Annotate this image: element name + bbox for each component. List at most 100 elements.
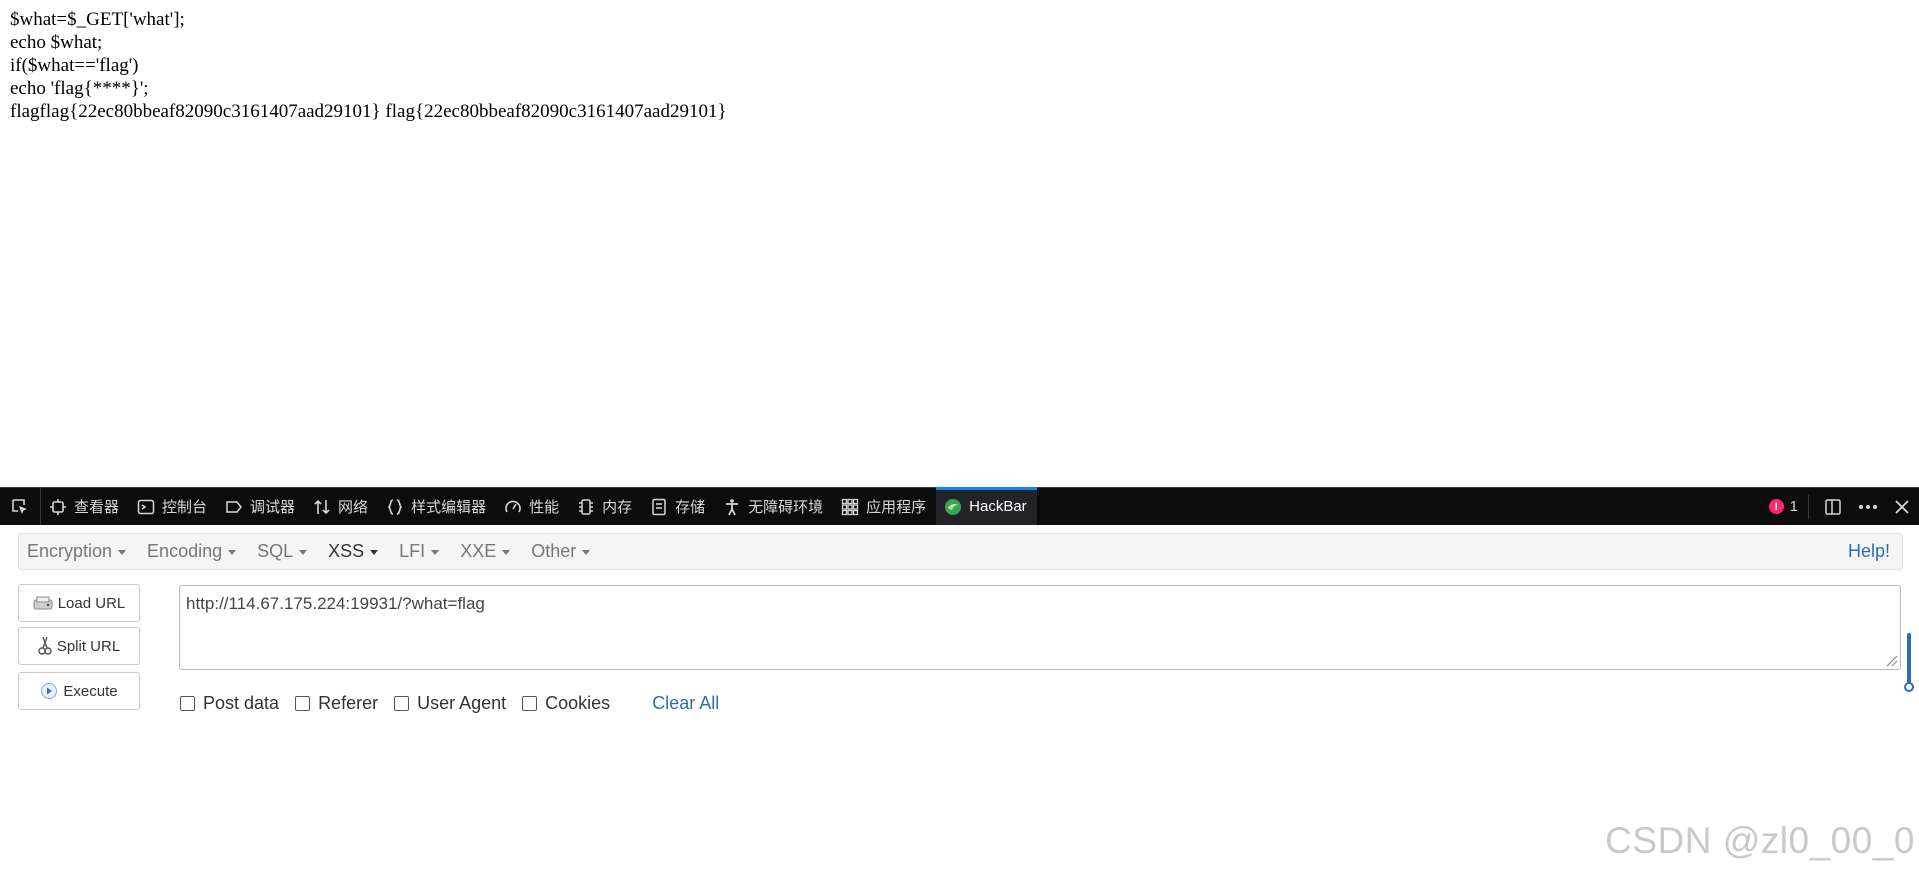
tab-network[interactable]: 网络 (305, 488, 378, 525)
tab-hackbar[interactable]: HackBar (936, 487, 1037, 525)
storage-icon (652, 498, 666, 515)
menu-label: Encryption (27, 541, 113, 561)
option-label: Post data (203, 693, 280, 713)
close-icon[interactable] (1893, 498, 1911, 516)
more-options-icon[interactable] (1857, 497, 1879, 517)
scrollbar-thumb[interactable] (1907, 633, 1911, 685)
memory-icon (579, 498, 594, 515)
checkbox[interactable] (394, 696, 410, 711)
checkbox[interactable] (295, 696, 311, 711)
menu-label: XXE (460, 541, 497, 561)
tab-accessibility[interactable]: 无障碍环境 (715, 488, 833, 525)
tab-label: 查看器 (74, 499, 120, 516)
tab-label: 内存 (602, 499, 633, 516)
output-line: if($what=='flag') (10, 55, 139, 76)
menu-other[interactable]: Other (523, 541, 603, 562)
chevron-down-icon (299, 550, 308, 555)
chevron-down-icon (502, 550, 511, 555)
tab-label: 网络 (338, 499, 369, 516)
menu-label: XSS (328, 541, 365, 561)
accessibility-icon (726, 498, 739, 515)
debugger-icon (226, 500, 242, 513)
tab-label: 控制台 (162, 499, 208, 516)
performance-icon (505, 500, 521, 512)
menu-xss[interactable]: XSS (320, 541, 391, 562)
network-icon (314, 499, 330, 514)
output-line: echo $what; (10, 32, 103, 53)
tab-label: 调试器 (250, 499, 296, 516)
tab-label: 存储 (675, 499, 706, 516)
style-editor-icon (387, 498, 403, 515)
error-icon: ! (1768, 499, 1784, 514)
element-picker-button[interactable] (0, 488, 41, 525)
option-referer[interactable]: Referer (295, 693, 378, 714)
tab-performance[interactable]: 性能 (496, 488, 569, 525)
tab-storage[interactable]: 存储 (642, 488, 715, 525)
chevron-down-icon (370, 550, 379, 555)
scissors-icon (38, 636, 52, 655)
devtools-toolbar: 查看器 控制台 调试器 网络 样式编辑器 性能 内存 存储 无障碍环境 应用程序… (0, 487, 1919, 525)
resize-grip-icon[interactable] (1884, 653, 1898, 667)
option-post-data[interactable]: Post data (180, 693, 279, 714)
play-icon (41, 683, 58, 699)
help-link[interactable]: Help! (1848, 541, 1890, 562)
tab-style-editor[interactable]: 样式编辑器 (378, 488, 496, 525)
url-input[interactable]: http://114.67.175.224:19931/?what=flag (179, 585, 1901, 670)
tab-application[interactable]: 应用程序 (833, 488, 936, 525)
execute-button[interactable]: Execute (18, 672, 140, 710)
options-row: Post data Referer User Agent Cookies Cle… (180, 693, 719, 714)
console-icon (137, 499, 155, 514)
error-count-badge[interactable]: ! 1 (1768, 494, 1809, 519)
menu-sql[interactable]: SQL (249, 541, 320, 562)
option-user-agent[interactable]: User Agent (394, 693, 506, 714)
output-line: $what=$_GET['what']; (10, 9, 185, 30)
scrollbar-knob[interactable] (1904, 682, 1914, 692)
option-label: Cookies (545, 693, 611, 713)
toolbar-right-controls: ! 1 (1768, 488, 1919, 525)
tab-memory[interactable]: 内存 (569, 488, 642, 525)
inspector-icon (50, 498, 66, 515)
tab-console[interactable]: 控制台 (129, 488, 217, 525)
tab-debugger[interactable]: 调试器 (217, 488, 305, 525)
chevron-down-icon (431, 550, 440, 555)
watermark: CSDN @zl0_00_0 (1605, 820, 1915, 861)
url-value: http://114.67.175.224:19931/?what=flag (186, 594, 485, 613)
output-line: flagflag{22ec80bbeaf82090c3161407aad2910… (10, 101, 727, 122)
button-label: Execute (63, 682, 118, 700)
tab-label: 应用程序 (866, 499, 927, 516)
checkbox[interactable] (180, 696, 195, 711)
output-line: echo 'flag{****}'; (10, 78, 149, 99)
menu-lfi[interactable]: LFI (391, 541, 452, 562)
option-cookies[interactable]: Cookies (522, 693, 610, 714)
option-label: User Agent (417, 693, 507, 713)
menu-xxe[interactable]: XXE (452, 541, 523, 562)
menu-encoding[interactable]: Encoding (139, 541, 249, 562)
tab-inspector[interactable]: 查看器 (41, 488, 129, 525)
button-label: Split URL (56, 637, 121, 655)
checkbox[interactable] (522, 696, 538, 711)
menu-encryption[interactable]: Encryption (19, 541, 139, 562)
error-count: 1 (1789, 498, 1798, 515)
chevron-down-icon (582, 550, 591, 555)
element-picker-icon (12, 498, 27, 514)
split-url-button[interactable]: Split URL (18, 627, 140, 665)
tab-label: 样式编辑器 (411, 499, 487, 516)
page-output: $what=$_GET['what']; echo $what; if($wha… (10, 8, 727, 123)
clear-all-link[interactable]: Clear All (652, 693, 719, 714)
tab-label: HackBar (969, 498, 1027, 515)
menu-label: Encoding (147, 541, 223, 561)
hackbar-icon (945, 498, 962, 515)
chevron-down-icon (228, 550, 237, 555)
menu-label: Other (531, 541, 577, 561)
tab-label: 无障碍环境 (748, 499, 824, 516)
hackbar-menubar: Encryption Encoding SQL XSS LFI XXE Othe… (18, 533, 1903, 570)
button-label: Load URL (57, 594, 126, 612)
dock-toggle-icon[interactable] (1823, 497, 1843, 517)
load-url-icon (33, 596, 53, 610)
option-label: Referer (318, 693, 379, 713)
menu-label: LFI (399, 541, 426, 561)
tab-label: 性能 (529, 499, 560, 516)
application-icon (841, 498, 859, 515)
load-url-button[interactable]: Load URL (18, 584, 140, 622)
chevron-down-icon (118, 550, 127, 555)
